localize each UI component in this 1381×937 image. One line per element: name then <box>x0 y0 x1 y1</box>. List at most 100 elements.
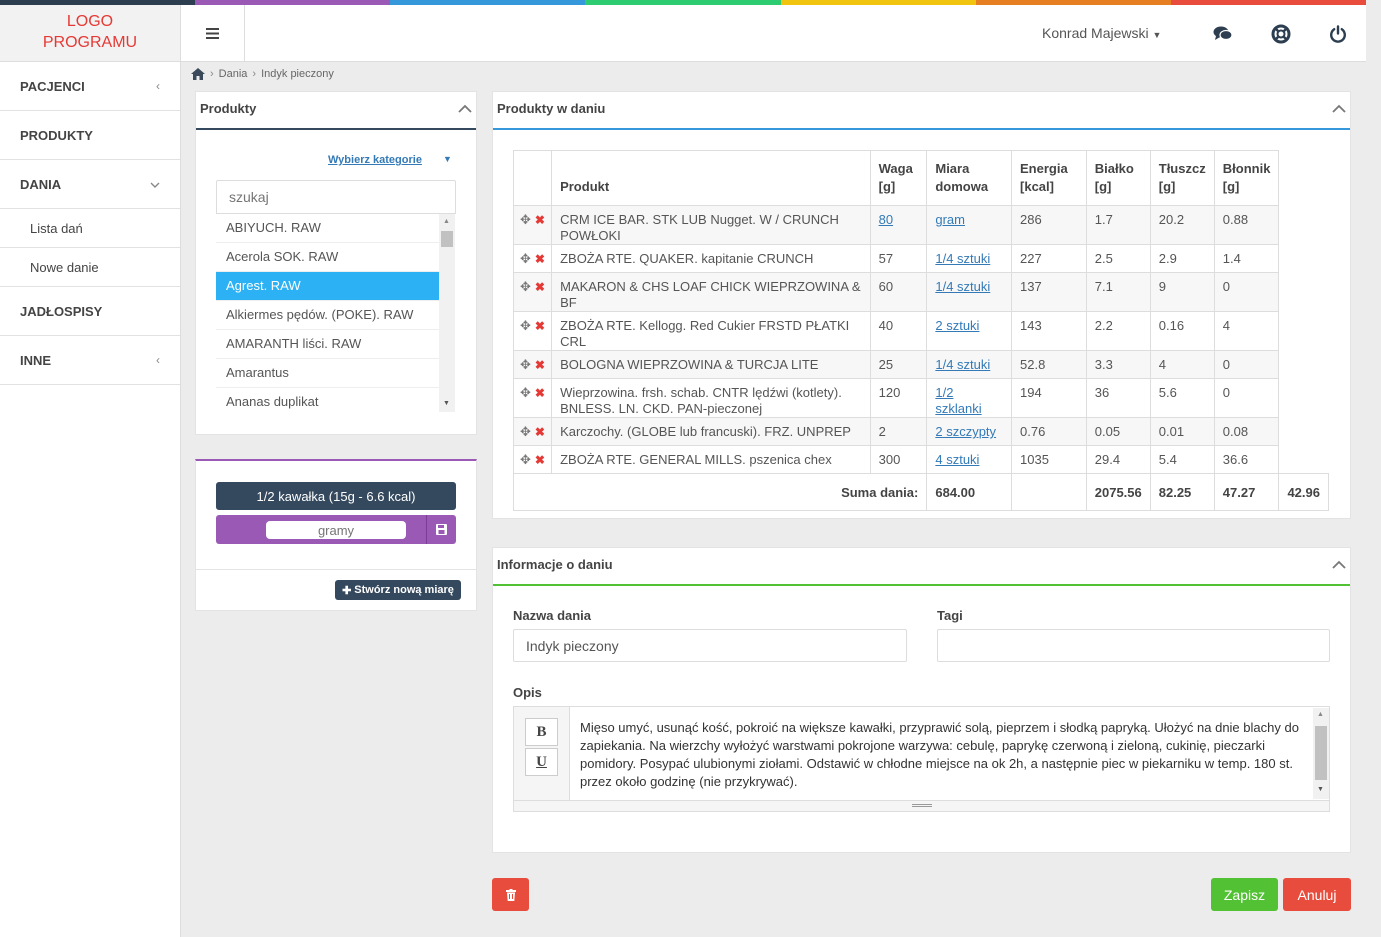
sidebar-subitem-lista-dan[interactable]: Lista dań <box>0 209 180 248</box>
col-energia: Energia [kcal] <box>1011 150 1087 206</box>
caret-down-icon[interactable]: ▼ <box>443 154 452 164</box>
cell-blonnik: 0 <box>1213 378 1280 418</box>
app-logo[interactable]: LOGO PROGRAMU <box>0 5 181 62</box>
miara-link[interactable]: 1/4 sztuki <box>935 357 990 372</box>
remove-icon[interactable]: ✖ <box>535 358 545 372</box>
move-icon[interactable]: ✥ <box>520 385 531 400</box>
home-icon[interactable] <box>191 68 205 80</box>
cell-miara: 1/4 sztuki <box>926 244 1013 273</box>
list-item[interactable]: AMARANTH liści. RAW <box>216 330 439 359</box>
move-icon[interactable]: ✥ <box>520 212 531 227</box>
caret-down-icon: ▼ <box>1152 30 1162 40</box>
remove-icon[interactable]: ✖ <box>535 386 545 400</box>
remove-icon[interactable]: ✖ <box>535 252 545 266</box>
save-measure-button[interactable] <box>426 515 456 544</box>
editor-scrollbar[interactable]: ▲ ▼ <box>1313 708 1329 799</box>
cell-energia: 286 <box>1011 205 1087 245</box>
miara-link[interactable]: 1/2 szklanki <box>935 385 981 416</box>
cell-blonnik: 4 <box>1213 311 1280 351</box>
row-actions: ✥ ✖ <box>512 205 553 245</box>
scroll-down-arrow-icon[interactable]: ▼ <box>443 400 450 407</box>
cell-miara: 1/4 sztuki <box>926 272 1013 312</box>
collapse-chevron-up-icon[interactable] <box>1332 104 1346 114</box>
miara-link[interactable]: 1/4 sztuki <box>935 251 990 266</box>
scroll-down-arrow-icon[interactable]: ▼ <box>1317 786 1324 793</box>
save-button[interactable]: Zapisz <box>1211 878 1278 911</box>
cell-energia: 0.76 <box>1011 417 1087 446</box>
floppy-disk-icon <box>436 524 447 535</box>
miara-link[interactable]: 2 sztuki <box>935 318 979 333</box>
miara-link[interactable]: gram <box>935 212 965 227</box>
cell-bialko: 36 <box>1085 378 1151 418</box>
category-select-link[interactable]: Wybierz kategorie <box>328 154 422 166</box>
move-icon[interactable]: ✥ <box>520 424 531 439</box>
list-item[interactable]: ABIYUCH. RAW <box>216 214 439 243</box>
cell-miara: 2 szczypty <box>926 417 1013 446</box>
sum-miara-empty <box>1011 473 1087 511</box>
cell-tluszcz: 2.9 <box>1149 244 1215 273</box>
editor-resize-handle[interactable] <box>514 800 1329 811</box>
panel-header-underline <box>493 128 1350 130</box>
list-item-selected[interactable]: Agrest. RAW <box>216 272 439 301</box>
tags-input[interactable] <box>937 629 1330 662</box>
cell-miara: 2 sztuki <box>926 311 1013 351</box>
create-measure-button[interactable]: ✚ Stwórz nową miarę <box>335 580 461 600</box>
miara-link[interactable]: 4 sztuki <box>935 452 979 467</box>
scroll-thumb[interactable] <box>441 231 453 247</box>
scroll-thumb[interactable] <box>1315 726 1327 780</box>
sidebar-item-dania[interactable]: DANIA <box>0 160 180 209</box>
menu-toggle-button[interactable] <box>181 5 245 62</box>
scroll-up-arrow-icon[interactable]: ▲ <box>1317 711 1324 718</box>
power-icon[interactable] <box>1326 23 1350 45</box>
move-icon[interactable]: ✥ <box>520 357 531 372</box>
collapse-chevron-up-icon[interactable] <box>458 104 472 114</box>
sidebar-item-jadlospisy[interactable]: JADŁOSPISY <box>0 287 180 336</box>
comments-icon[interactable] <box>1211 23 1235 45</box>
move-icon[interactable]: ✥ <box>520 318 531 333</box>
list-item[interactable]: Ananas duplikat <box>216 388 439 412</box>
cell-waga: 60 <box>869 272 928 312</box>
product-search-input[interactable] <box>216 180 456 214</box>
breadcrumb-item-dania[interactable]: Dania <box>219 68 248 80</box>
grams-input[interactable] <box>266 521 406 539</box>
col-actions <box>512 150 553 206</box>
miara-link[interactable]: 1/4 sztuki <box>935 279 990 294</box>
sidebar-subitem-nowe-danie[interactable]: Nowe danie <box>0 248 180 287</box>
list-item[interactable]: Amarantus <box>216 359 439 388</box>
lifebuoy-icon[interactable] <box>1269 23 1293 45</box>
product-list-scrollbar[interactable]: ▲ ▼ <box>439 214 455 412</box>
remove-icon[interactable]: ✖ <box>535 453 545 467</box>
delete-dish-button[interactable] <box>492 878 529 911</box>
sidebar-item-inne[interactable]: INNE ‹ <box>0 336 180 385</box>
list-item[interactable]: Acerola SOK. RAW <box>216 243 439 272</box>
remove-icon[interactable]: ✖ <box>535 319 545 333</box>
sidebar-item-pacjenci[interactable]: PACJENCI ‹ <box>0 62 180 111</box>
table-row: ✥ ✖ CRM ICE BAR. STK LUB Nugget. W / CRUNC… <box>512 205 1329 245</box>
sidebar-item-produkty[interactable]: PRODUKTY <box>0 111 180 160</box>
row-actions: ✥ ✖ <box>512 272 553 312</box>
cancel-button[interactable]: Anuluj <box>1283 878 1351 911</box>
collapse-chevron-up-icon[interactable] <box>1332 560 1346 570</box>
table-row: ✥ ✖ Wieprzowina. frsh. schab. CNTR lędźwi … <box>512 378 1329 418</box>
logo-line-2: PROGRAMU <box>42 34 138 51</box>
miara-link[interactable]: 2 szczypty <box>935 424 996 439</box>
description-text[interactable]: Mięso umyć, usunąć kość, pokroić na więk… <box>580 719 1302 791</box>
dish-name-input[interactable] <box>513 629 907 662</box>
cell-bialko: 7.1 <box>1085 272 1151 312</box>
cell-tluszcz: 5.4 <box>1149 445 1215 474</box>
waga-link[interactable]: 80 <box>879 212 893 227</box>
user-menu[interactable]: Konrad Majewski ▼ <box>1042 25 1161 41</box>
remove-icon[interactable]: ✖ <box>535 425 545 439</box>
bold-button[interactable]: B <box>525 718 558 746</box>
list-item[interactable]: Alkiermes pędów. (POKE). RAW <box>216 301 439 330</box>
move-icon[interactable]: ✥ <box>520 279 531 294</box>
remove-icon[interactable]: ✖ <box>535 280 545 294</box>
cell-energia: 227 <box>1011 244 1087 273</box>
breadcrumb: › Dania › Indyk pieczony <box>191 68 334 80</box>
scroll-up-arrow-icon[interactable]: ▲ <box>443 218 450 225</box>
move-icon[interactable]: ✥ <box>520 251 531 266</box>
remove-icon[interactable]: ✖ <box>535 213 545 227</box>
move-icon[interactable]: ✥ <box>520 452 531 467</box>
underline-button[interactable]: U <box>525 748 558 776</box>
measure-label-button[interactable]: 1/2 kawałka (15g - 6.6 kcal) <box>216 482 456 510</box>
